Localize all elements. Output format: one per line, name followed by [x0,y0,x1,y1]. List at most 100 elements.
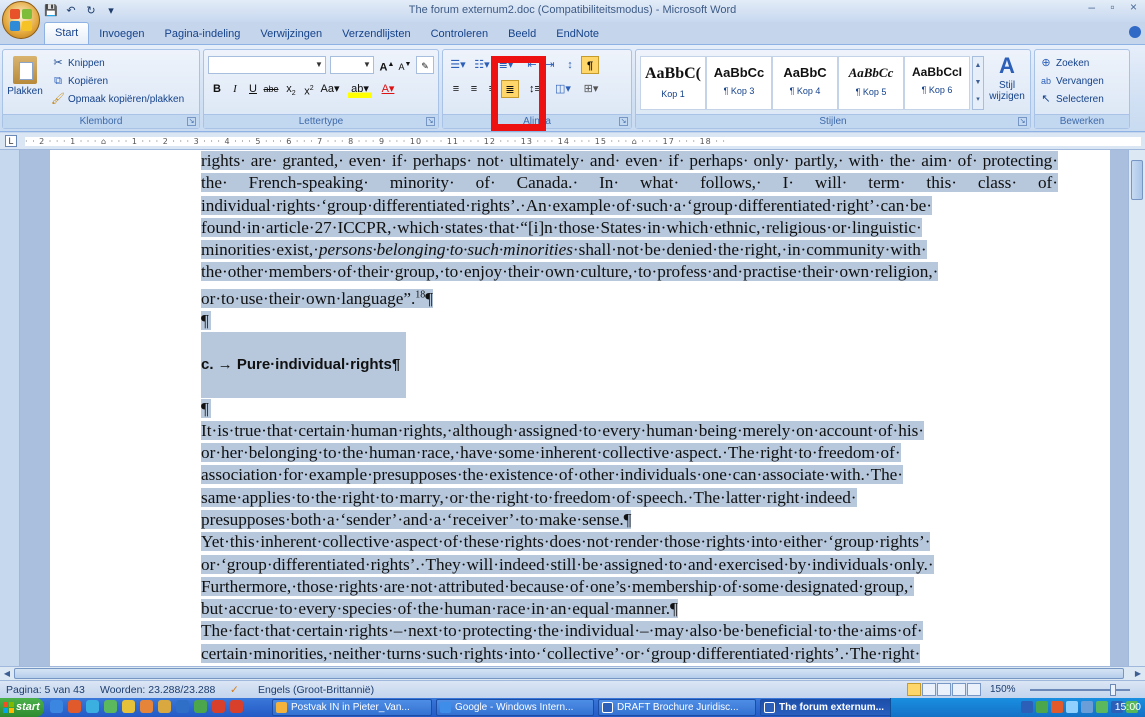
quick-launch-icon[interactable] [158,700,171,713]
show-marks-icon[interactable]: ¶ [581,56,599,74]
tab-verwijzingen[interactable]: Verwijzingen [250,24,332,44]
style-kop-5[interactable]: AaBbCc ¶ Kop 5 [838,56,904,110]
replace-button[interactable]: ab Vervangen [1039,72,1104,90]
font-size-combo[interactable]: ▼ [330,56,374,74]
font-name-combo[interactable]: ▼ [208,56,326,74]
style-sample: AaBbC( [644,65,701,82]
italic-icon[interactable]: I [226,80,244,98]
horizontal-scroll-thumb[interactable] [14,668,1124,679]
zoom-slider[interactable] [1030,684,1130,696]
style-kop-6[interactable]: AaBbCcI ¶ Kop 6 [904,56,970,110]
document-page[interactable]: rights· are· granted,· even· if· perhaps… [50,150,1110,666]
style-kop-1[interactable]: AaBbC( Kop 1 [640,56,706,110]
quick-launch-icon[interactable] [230,700,243,713]
tray-icon[interactable] [1021,701,1033,713]
taskbar-item-forum-externum[interactable]: The forum externum... [760,699,910,716]
tray-icon[interactable] [1096,701,1108,713]
format-painter-button[interactable]: 🖌 Opmaak kopiëren/plakken [51,90,184,108]
underline-icon[interactable]: U [244,80,262,98]
quick-launch-icon[interactable] [140,700,153,713]
grow-font-icon[interactable]: A▲ [378,56,396,74]
ruler-track[interactable]: · · 2 · · · 1 · · · ⌂ · · · 1 · · · 2 · … [25,137,1141,146]
tab-pagina-indeling[interactable]: Pagina-indeling [155,24,251,44]
quick-launch-icon[interactable] [68,700,81,713]
quick-launch-icon[interactable] [50,700,63,713]
language-indicator[interactable]: Engels (Groot-Brittannië) [258,684,374,696]
vertical-scroll-thumb[interactable] [1131,160,1143,200]
quick-launch-icon[interactable] [212,700,225,713]
clipboard-launcher-icon[interactable]: ↘ [187,117,196,126]
tab-endnote[interactable]: EndNote [546,24,609,44]
cut-button[interactable]: ✂ Knippen [51,54,104,72]
scroll-right-icon[interactable]: ▶ [1132,668,1144,680]
horizontal-scrollbar[interactable]: ◀ ▶ [0,666,1145,680]
tab-invoegen[interactable]: Invoegen [89,24,154,44]
change-styles-button[interactable]: A Stijl wijzigen [986,52,1028,112]
bold-icon[interactable]: B [208,80,226,98]
change-case-icon[interactable]: Aa▾ [318,80,342,98]
print-layout-icon[interactable] [907,683,921,696]
quick-launch-icon[interactable] [176,700,189,713]
quick-launch-icon[interactable] [194,700,207,713]
style-kop-3[interactable]: AaBbCc ¶ Kop 3 [706,56,772,110]
copy-button[interactable]: ⧉ Kopiëren [51,72,108,90]
help-icon[interactable] [1129,26,1141,38]
network-icon[interactable] [1066,701,1078,713]
quick-launch-icon[interactable] [122,700,135,713]
styles-launcher-icon[interactable]: ↘ [1018,117,1027,126]
vertical-scrollbar[interactable] [1128,150,1145,666]
subscript-icon[interactable]: x2 [282,80,300,98]
tab-start[interactable]: Start [44,22,90,44]
tab-verzendlijsten[interactable]: Verzendlijsten [332,24,421,44]
editing-group: ⊕ Zoeken ab Vervangen ↖ Selecteren Bewer… [1034,49,1130,129]
scroll-left-icon[interactable]: ◀ [1,668,13,680]
highlight-annotation [491,56,546,131]
web-layout-icon[interactable] [937,683,951,696]
footnote-ref[interactable]: 18 [415,289,425,300]
superscript-icon[interactable]: x2 [300,80,318,98]
zoom-level[interactable]: 150% [990,684,1016,695]
tab-selector-icon[interactable]: L [5,135,17,147]
page-count[interactable]: Pagina: 5 van 43 [6,684,85,696]
styles-gallery-scroll[interactable]: ▲ ▼ ▾ [972,56,984,110]
align-center-icon[interactable]: ≡ [465,80,483,98]
strikethrough-icon[interactable]: abe [262,80,280,98]
font-launcher-icon[interactable]: ↘ [426,117,435,126]
word-count[interactable]: Woorden: 23.288/23.288 [100,684,215,696]
clear-formatting-icon[interactable]: ✎ [416,56,434,74]
tab-beeld[interactable]: Beeld [498,24,546,44]
shrink-font-icon[interactable]: A▼ [396,56,414,74]
paste-button[interactable]: Plakken [7,54,43,112]
highlight-icon[interactable]: ab▾ [348,80,372,98]
align-left-icon[interactable]: ≡ [447,80,465,98]
borders-icon[interactable]: ⊞▾ [579,80,603,98]
outline-icon[interactable] [952,683,966,696]
shading-icon[interactable]: ◫▾ [551,80,575,98]
tray-icon[interactable] [1036,701,1048,713]
document-text[interactable]: rights· are· granted,· even· if· perhaps… [201,150,1058,666]
taskbar-item-draft-brochure[interactable]: DRAFT Brochure Juridisc... [598,699,756,716]
office-button[interactable] [2,1,40,39]
numbering-icon[interactable]: ☷▾ [471,56,493,74]
quick-launch-icon[interactable] [104,700,117,713]
tab-controleren[interactable]: Controleren [421,24,498,44]
select-button[interactable]: ↖ Selecteren [1039,90,1103,108]
zoom-slider-knob[interactable] [1110,684,1116,696]
proofing-icon[interactable]: ✓ [230,684,239,696]
paragraph-launcher-icon[interactable]: ↘ [619,117,628,126]
start-button[interactable]: start [0,698,44,717]
volume-icon[interactable] [1081,701,1093,713]
find-button[interactable]: ⊕ Zoeken [1039,54,1089,72]
font-color-icon[interactable]: A▾ [376,80,400,98]
font-group-label: Lettertype [204,114,438,128]
window-controls[interactable]: – ▫ × [1088,0,1143,14]
taskbar-item-outlook[interactable]: Postvak IN in Pieter_Van... [272,699,432,716]
bullets-icon[interactable]: ☰▾ [447,56,469,74]
tray-icon[interactable] [1051,701,1063,713]
style-kop-4[interactable]: AaBbC ¶ Kop 4 [772,56,838,110]
quick-launch-icon[interactable] [86,700,99,713]
taskbar-item-ie[interactable]: Google - Windows Intern... [436,699,594,716]
sort-icon[interactable]: ↕ [561,56,579,74]
draft-icon[interactable] [967,683,981,696]
full-screen-reading-icon[interactable] [922,683,936,696]
